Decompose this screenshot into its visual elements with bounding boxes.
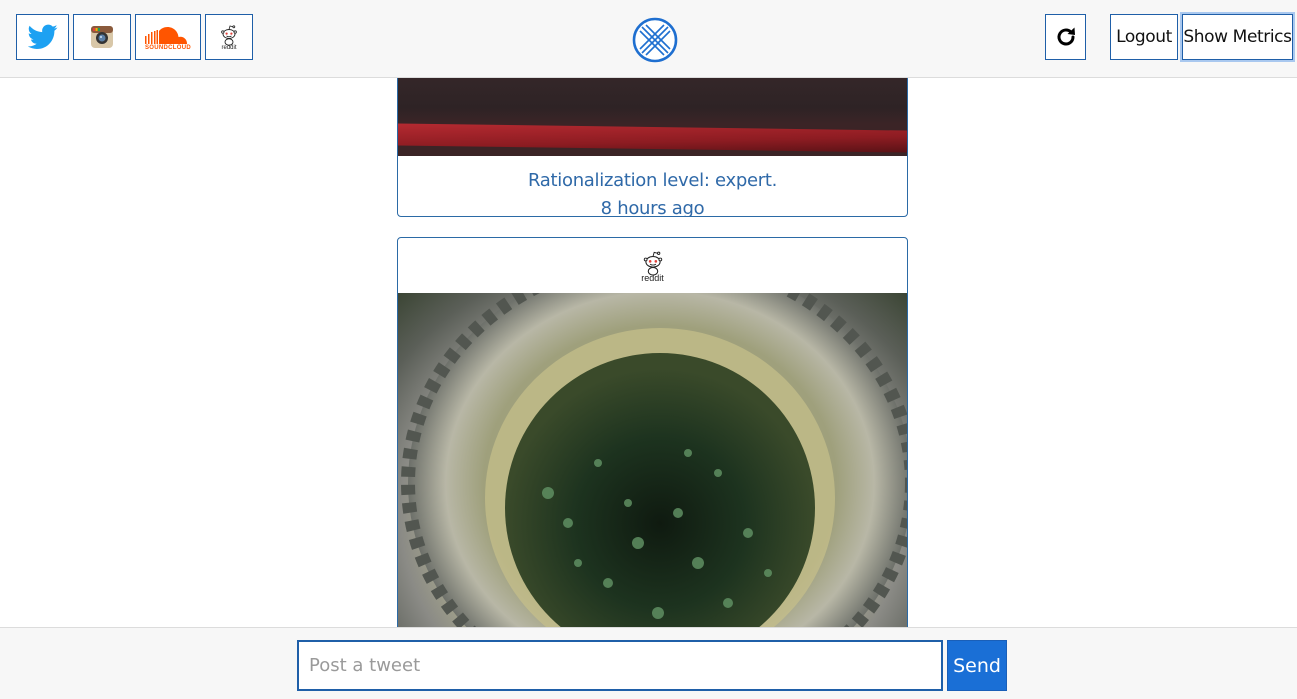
instagram-camera-icon: [91, 26, 113, 48]
post-timestamp[interactable]: 8 hours ago: [398, 195, 907, 216]
feed-post[interactable]: Rationalization level: expert. 8 hours a…: [397, 78, 908, 217]
post-image[interactable]: [398, 293, 907, 627]
send-button[interactable]: Send: [947, 640, 1007, 691]
refresh-icon: [1057, 27, 1075, 46]
tweet-input[interactable]: [297, 640, 943, 691]
tree-stump-photo: [401, 293, 907, 627]
soundcloud-icon: [145, 26, 187, 44]
logout-label: Logout: [1116, 27, 1172, 47]
logout-button[interactable]: Logout: [1110, 14, 1178, 60]
twitter-filter-button[interactable]: [16, 14, 69, 60]
show-metrics-button[interactable]: Show Metrics: [1182, 14, 1293, 60]
soundcloud-filter-button[interactable]: SOUNDCLOUD: [135, 14, 201, 60]
post-caption[interactable]: Rationalization level: expert.: [398, 167, 907, 195]
tweet-composer: Send: [0, 627, 1297, 699]
soundcloud-wordmark: SOUNDCLOUD: [145, 44, 191, 51]
post-caption-block: Rationalization level: expert. 8 hours a…: [398, 167, 907, 216]
twitter-bird-icon: [27, 24, 57, 49]
feed-post[interactable]: reddit: [397, 237, 908, 627]
show-metrics-label: Show Metrics: [1183, 27, 1292, 47]
crossed-circle-logo-icon: [632, 17, 678, 63]
top-bar: SOUNDCLOUD reddit Logout Show Metrics: [0, 0, 1297, 78]
post-source-label: reddit: [641, 273, 664, 283]
reddit-alien-icon: [221, 24, 237, 46]
send-label: Send: [953, 654, 1001, 677]
feed: Rationalization level: expert. 8 hours a…: [0, 78, 1297, 627]
post-source: reddit: [398, 238, 907, 294]
reddit-filter-button[interactable]: reddit: [205, 14, 253, 60]
instagram-filter-button[interactable]: [73, 14, 131, 60]
reddit-wordmark: reddit: [221, 44, 237, 51]
refresh-button[interactable]: [1045, 14, 1086, 60]
